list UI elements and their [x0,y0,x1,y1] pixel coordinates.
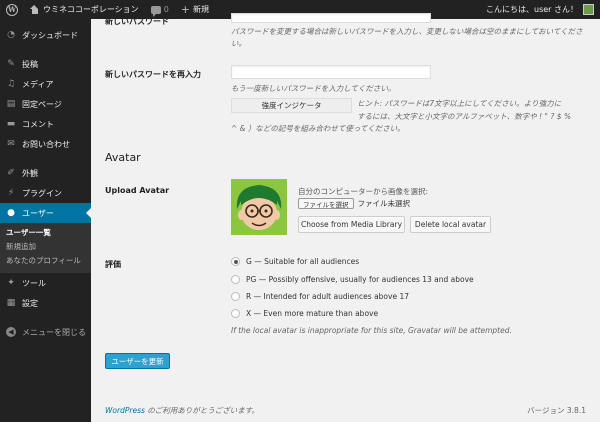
rating-option-x[interactable]: X — Even more mature than above [231,309,378,318]
main-content: 新しいパスワード パスワードを変更する場合は新しいパスワードを入力し、変更しない… [91,13,600,422]
page-icon: ▤ [6,99,16,109]
new-password-input[interactable] [231,13,431,23]
wordpress-logo-button[interactable]: W [0,0,24,19]
sidebar-item-plugins[interactable]: ⚡ プラグイン [0,183,91,203]
rating-label: 評価 [105,260,121,269]
sidebar-item-posts[interactable]: ✎ 投稿 [0,54,91,74]
sidebar-item-label: メディア [22,79,54,89]
submenu-item-all-users[interactable]: ユーザー一覧 [0,226,91,240]
footer-thanks-text: のご利用ありがとうございます。 [144,406,260,415]
sidebar-item-pages[interactable]: ▤ 固定ページ [0,94,91,114]
sidebar-item-media[interactable]: ♫ メディア [0,74,91,94]
strength-indicator: 強度インジケータ [231,98,352,113]
hint-line: ^ & ）などの記号を組み合わせて使ってください。 [231,124,405,133]
rating-option-r[interactable]: R — Intended for adult audiences above 1… [231,292,409,301]
users-submenu: ユーザー一覧 新規追加 あなたのプロフィール [0,223,91,273]
rating-note: If the local avatar is inappropriate for… [231,326,512,335]
comment-icon: ▬ [6,119,16,129]
settings-icon: ▦ [6,298,16,308]
rating-option-pg[interactable]: PG — Possibly offensive, usually for aud… [231,275,474,284]
footer-version: バージョン 3.8.1 [527,406,586,415]
sidebar-item-label: 外観 [22,168,38,178]
upload-avatar-label: Upload Avatar [105,186,170,195]
update-user-button[interactable]: ユーザーを更新 [105,353,170,369]
media-icon: ♫ [6,79,16,89]
password-hint: ヒント: パスワードは7文字以上にしてください。より強力に するには、大文字と小… [357,97,593,123]
sidebar-item-label: ユーザー [22,208,54,218]
admin-sidebar: ◔ ダッシュボード ✎ 投稿 ♫ メディア ▤ 固定ページ ▬ コメント ✉ お… [0,19,91,422]
sidebar-item-label: ダッシュボード [22,30,78,40]
file-status: ファイル未選択 [357,199,411,208]
greeting: こんにちは、user さん！ [486,5,578,14]
home-icon [30,5,39,14]
repeat-password-description: もう一度新しいパスワードを入力してください。 [231,84,396,93]
collapse-menu-button[interactable]: ◀ メニューを閉じる [0,322,91,342]
site-name: ウミネココーポレーション [43,5,139,14]
footer-thanks: WordPress のご利用ありがとうございます。 [105,405,259,416]
radio-button[interactable] [231,275,240,284]
sidebar-item-label: お問い合わせ [22,139,70,149]
sidebar-item-label: ツール [22,278,46,288]
rating-option-label: G — Suitable for all audiences [246,257,360,266]
radio-button[interactable] [231,292,240,301]
sidebar-item-comments[interactable]: ▬ コメント [0,114,91,134]
pin-icon: ✎ [7,59,15,69]
choose-from-media-library-button[interactable]: Choose from Media Library [298,216,405,233]
radio-button[interactable] [231,309,240,318]
sidebar-item-appearance[interactable]: ✐ 外観 [0,163,91,183]
new-content-button[interactable]: + 新規 [175,0,215,19]
rating-option-label: X — Even more mature than above [246,309,379,318]
new-password-description-cont: い。 [231,39,246,48]
new-password-description: パスワードを変更する場合は新しいパスワードを入力し、変更しない場合は空のままにし… [231,27,583,36]
hint-line: ヒント: パスワードは7文字以上にしてください。より強力に [357,99,562,108]
collapse-icon: ◀ [6,327,16,337]
submenu-item-add-new[interactable]: 新規追加 [0,240,91,254]
avatar-image [231,179,287,235]
sidebar-item-contact[interactable]: ✉ お問い合わせ [0,134,91,154]
wordpress-logo-icon: W [6,3,18,16]
sidebar-item-label: コメント [22,119,54,129]
file-picker: ファイルを選択 ファイル未選択 [298,198,410,209]
upload-prompt: 自分のコンピューターから画像を選択: [298,187,429,196]
rating-option-g[interactable]: G — Suitable for all audiences [231,257,359,266]
plus-icon: + [180,3,190,16]
comments-count: 0 [163,5,169,14]
sidebar-item-dashboard[interactable]: ◔ ダッシュボード [0,25,91,45]
radio-button[interactable] [231,257,240,266]
hint-line: するには、大文字と小文字のアルファベット、数字や ! " ? $ % [357,112,572,121]
sidebar-item-label: 固定ページ [22,99,62,109]
sidebar-item-label: 設定 [22,298,38,308]
delete-local-avatar-button[interactable]: Delete local avatar [410,216,491,233]
sidebar-item-users[interactable]: ● ユーザー [0,203,91,223]
user-icon: ● [7,208,15,218]
dashboard-icon: ◔ [7,30,15,40]
new-password-label: 新しいパスワード [105,17,169,26]
new-label: 新規 [193,5,209,14]
wrench-icon: ✦ [7,278,15,288]
brush-icon: ✐ [7,168,15,178]
sidebar-item-settings[interactable]: ▦ 設定 [0,293,91,313]
choose-file-button[interactable]: ファイルを選択 [298,198,354,209]
sidebar-item-tools[interactable]: ✦ ツール [0,273,91,293]
wordpress-link[interactable]: WordPress [105,406,145,415]
sidebar-item-label: 投稿 [22,59,38,69]
avatar-section-title: Avatar [105,151,141,164]
submenu-item-your-profile[interactable]: あなたのプロフィール [0,254,91,268]
repeat-password-label: 新しいパスワードを再入力 [105,70,201,79]
plugin-icon: ⚡ [7,188,15,198]
comment-bubble-icon [150,5,161,17]
user-avatar-small [583,4,594,15]
sidebar-item-label: プラグイン [22,188,62,198]
rating-option-label: R — Intended for adult audiences above 1… [246,292,410,301]
account-menu[interactable]: こんにちは、user さん！ [480,0,600,19]
collapse-label: メニューを閉じる [22,327,86,337]
mail-icon: ✉ [7,139,15,149]
repeat-password-input[interactable] [231,65,431,79]
rating-option-label: PG — Possibly offensive, usually for aud… [246,275,474,284]
